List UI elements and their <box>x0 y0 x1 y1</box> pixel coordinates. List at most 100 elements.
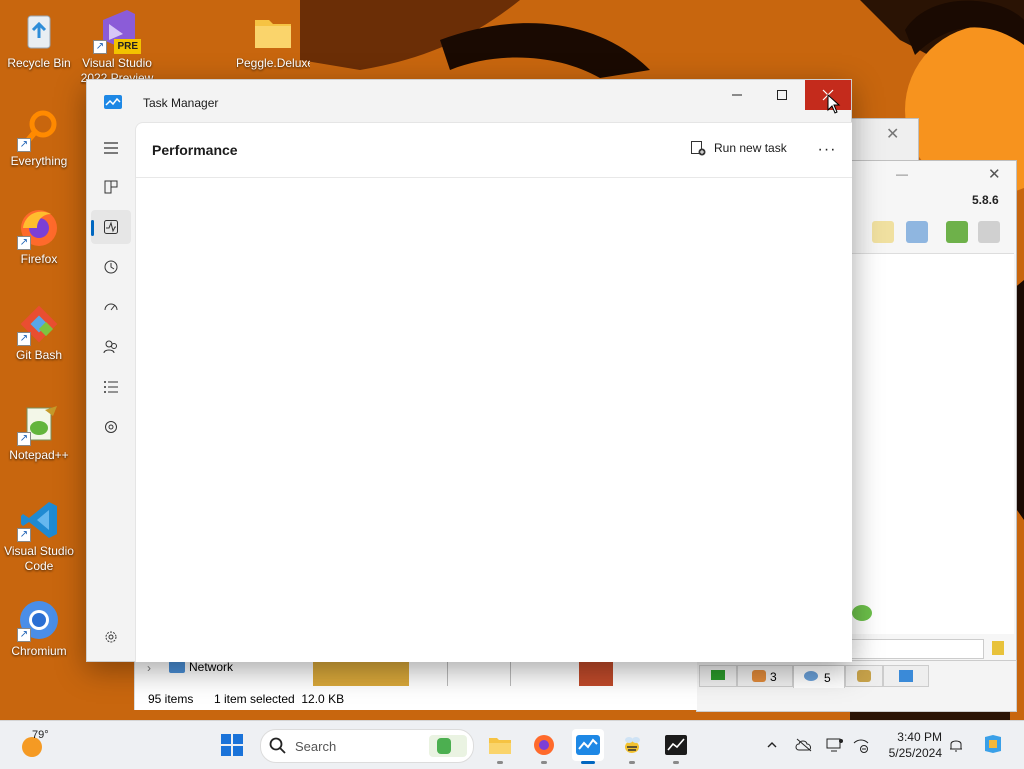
desktop-icon-firefox[interactable]: ↗ Firefox <box>2 206 76 267</box>
toolbar-icons <box>850 217 1016 247</box>
desktop-icon-everything[interactable]: ↗ Everything <box>2 108 76 169</box>
nav-settings[interactable] <box>91 620 131 654</box>
page-title: Performance <box>152 142 238 158</box>
chevron-right-icon[interactable]: › <box>147 661 151 675</box>
clear-brush-icon[interactable] <box>992 641 1004 655</box>
folder-icon <box>251 10 295 54</box>
minimize-button[interactable] <box>714 80 760 110</box>
background-window-back[interactable]: ✕ <box>849 118 919 164</box>
monitor-icon <box>826 738 843 752</box>
chats-count: 5 <box>824 671 831 685</box>
thumbnail[interactable] <box>579 660 613 686</box>
nav-performance[interactable] <box>91 210 131 244</box>
taskbar-messenger-app[interactable] <box>616 729 648 764</box>
processes-icon <box>104 180 118 194</box>
more-options-button[interactable]: ··· <box>814 137 840 163</box>
maximize-button[interactable] <box>759 80 805 110</box>
nav-processes[interactable] <box>91 170 131 204</box>
details-list-icon <box>104 381 118 393</box>
version-label: 5.8.6 <box>972 193 999 207</box>
tab-contacts[interactable]: 3 <box>737 665 793 687</box>
taskbar-file-explorer[interactable] <box>484 729 516 764</box>
edit-icon[interactable] <box>872 221 894 243</box>
magnifier-icon: ↗ <box>17 108 61 152</box>
copilot-icon <box>985 735 1001 753</box>
folder-icon <box>489 738 511 754</box>
desktop-icon-git-bash[interactable]: ↗ Git Bash <box>2 302 76 363</box>
tray-show-hidden-icons[interactable] <box>763 736 781 754</box>
tab-chats[interactable]: 5 <box>793 665 845 688</box>
history-icon <box>104 260 118 274</box>
git-bash-icon: ↗ <box>17 302 61 346</box>
nav-users[interactable] <box>91 330 131 364</box>
weather-temperature: 79° <box>32 729 49 741</box>
mouse-cursor <box>827 94 841 114</box>
trash-icon[interactable] <box>978 221 1000 243</box>
notifications-button[interactable] <box>947 736 965 754</box>
title-bar[interactable]: Task Manager <box>87 80 851 122</box>
search-icon <box>269 737 286 754</box>
minimize-icon[interactable]: — <box>896 167 908 181</box>
weather-widget[interactable]: 79° <box>18 729 78 761</box>
file-explorer-window[interactable]: › Network 95 items 1 item selected 12.0 … <box>134 660 697 710</box>
taskbar-search[interactable]: Search <box>260 729 474 763</box>
contacts-count: 3 <box>770 670 777 684</box>
thumbnail[interactable] <box>313 660 409 686</box>
taskbar-task-manager[interactable] <box>572 729 604 764</box>
task-manager-sidebar <box>87 122 135 661</box>
nav-app-history[interactable] <box>91 250 131 284</box>
run-new-task-button[interactable]: Run new task <box>690 140 787 156</box>
upload-icon[interactable] <box>946 221 968 243</box>
close-icon[interactable]: ✕ <box>886 124 899 144</box>
tray-display[interactable] <box>826 736 844 754</box>
tools-icon[interactable] <box>906 221 928 243</box>
notepad-plus-plus-icon: ↗ <box>17 402 61 446</box>
nav-services[interactable] <box>91 410 131 444</box>
clock-date: 5/25/2024 <box>888 746 942 760</box>
desktop-icon-vscode[interactable]: ↗ Visual Studio Code <box>2 498 76 574</box>
messenger-tabs: 3 5 <box>696 660 1017 712</box>
status-item-count: 95 items <box>148 692 194 706</box>
taskbar-clock[interactable]: 3:40 PM 5/25/2024 <box>889 729 942 761</box>
contact-list <box>850 253 1014 634</box>
taskbar: 79° Search 3:40 PM 5/25/2024 <box>0 720 1024 769</box>
chromium-icon: ↗ <box>17 598 61 642</box>
tray-onedrive-off[interactable] <box>795 736 813 754</box>
nav-startup-apps[interactable] <box>91 290 131 324</box>
nav-hamburger-menu[interactable] <box>91 131 131 165</box>
run-new-task-label: Run new task <box>714 141 787 155</box>
groups-icon <box>857 670 871 682</box>
cloud-offline-icon <box>795 738 812 752</box>
shortcut-arrow-icon: ↗ <box>17 236 31 250</box>
network-icon <box>169 661 185 673</box>
tray-network[interactable] <box>852 736 870 754</box>
taskbar-firefox[interactable] <box>528 729 560 764</box>
tab-transfer[interactable] <box>883 665 929 687</box>
nav-details[interactable] <box>91 370 131 404</box>
settings-icon <box>105 631 117 643</box>
message-input[interactable] <box>850 639 984 659</box>
close-icon[interactable]: ✕ <box>988 165 1001 183</box>
background-window-messenger[interactable]: — ✕ 5.8.6 <box>849 160 1017 662</box>
performance-icon <box>104 220 118 234</box>
chart-terminal-icon <box>665 735 687 755</box>
copilot-button[interactable] <box>982 733 1004 755</box>
tab-groups[interactable] <box>845 665 883 687</box>
task-manager-window[interactable]: Task Manager Performance Run new task ··… <box>86 79 852 662</box>
desktop-icon-recycle-bin[interactable]: Recycle Bin <box>2 10 76 71</box>
taskbar-stock-app[interactable] <box>660 729 692 764</box>
users-icon <box>103 340 117 354</box>
run-new-task-icon <box>691 141 706 156</box>
tab-online[interactable] <box>699 665 737 687</box>
start-button[interactable] <box>216 729 248 761</box>
desktop-icon-peggle[interactable]: Peggle.Deluxe.10607 <box>236 10 310 86</box>
maximize-icon <box>777 90 787 100</box>
performance-content-area <box>136 178 852 662</box>
desktop-icon-visual-studio-2022[interactable]: PRE ↗ Visual Studio 2022 Preview <box>80 6 154 86</box>
nav-network[interactable]: Network <box>189 660 233 674</box>
transfer-icon <box>899 670 913 682</box>
desktop-icon-notepad-plus-plus[interactable]: ↗ Notepad++ <box>2 402 76 463</box>
visual-studio-icon: PRE ↗ <box>93 6 141 54</box>
thumbnail[interactable] <box>447 660 511 686</box>
desktop-icon-chromium[interactable]: ↗ Chromium <box>2 598 76 659</box>
